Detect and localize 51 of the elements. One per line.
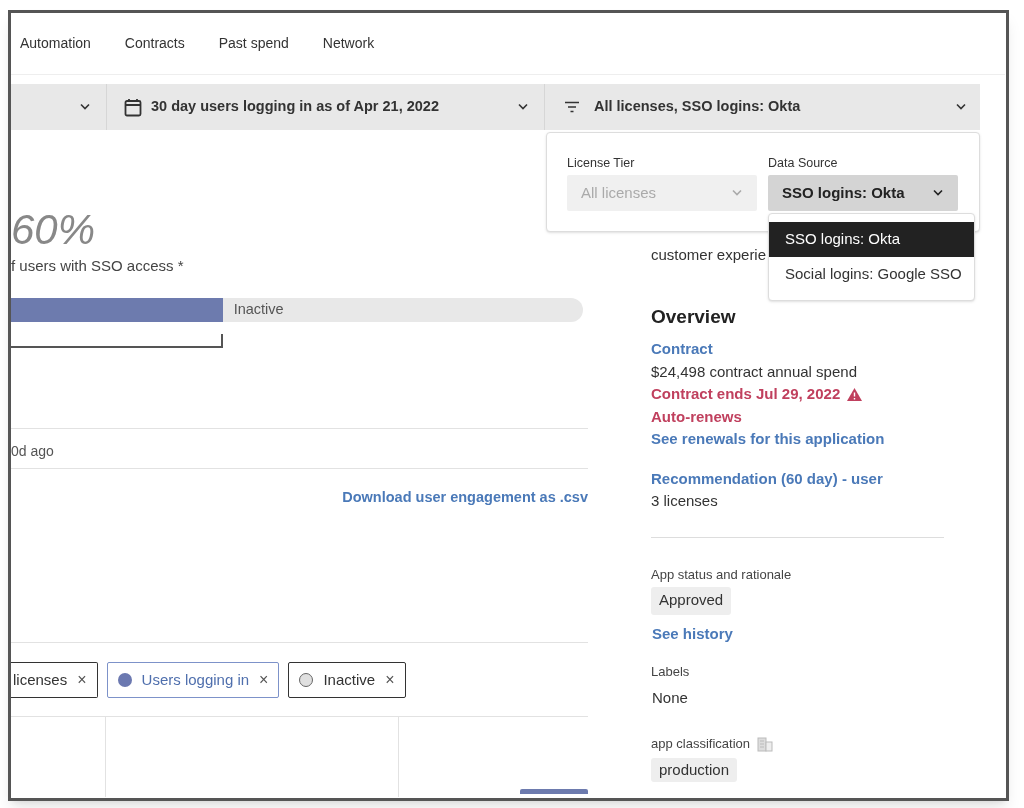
history-link[interactable]: See history (652, 622, 733, 645)
chevron-down-icon (955, 103, 967, 111)
select-field[interactable]: SSO logins: Okta (768, 175, 958, 211)
license-filter-dropdown[interactable]: All licenses, SSO logins: Okta (545, 84, 980, 130)
overview-link[interactable]: Recommendation (60 day) - user (651, 467, 883, 490)
date-range-dropdown[interactable]: 30 day users logging in as of Apr 21, 2022 (107, 84, 545, 130)
download-link[interactable]: Download user engagement as .csv (342, 487, 588, 507)
chevron-down-icon (731, 189, 743, 197)
nav-tab[interactable]: Past spend (218, 33, 289, 54)
calendar-icon (124, 97, 142, 117)
percentage-value: 60% (11, 208, 96, 252)
chevron-down-icon (932, 189, 944, 197)
building-icon (757, 735, 773, 752)
overview-link[interactable]: Contract (651, 338, 713, 361)
filter-chip[interactable]: Inactive × (288, 662, 406, 698)
warning-icon (846, 386, 864, 402)
chip-label: Inactive (323, 669, 376, 690)
chevron-down-icon (79, 103, 91, 111)
chip-label: Users logging in (141, 669, 250, 690)
nav-tab[interactable]: Automation (20, 33, 91, 54)
overview-text: 3 licenses (651, 491, 718, 511)
last-seen-text: 0d ago (11, 442, 54, 461)
field-label: License Tier (567, 155, 635, 171)
section-heading: Overview (651, 305, 736, 329)
filter-chip[interactable]: licenses × (11, 662, 98, 698)
chevron-down-icon (517, 103, 529, 111)
bar-label: Inactive (233, 300, 284, 320)
nav-tab[interactable]: Network (322, 33, 375, 54)
nav-tab[interactable]: Contracts (124, 33, 185, 54)
filter-icon (564, 101, 580, 113)
field-label: Data Source (768, 155, 838, 171)
stat-caption: f users with SSO access * (11, 256, 184, 276)
field-label: Labels (651, 662, 690, 681)
dropdown-option[interactable]: Social logins: Google SSO (769, 257, 974, 292)
field-value: None (652, 687, 688, 708)
chip-close[interactable]: × (259, 668, 269, 692)
status-tag: Approved (651, 586, 732, 615)
chart-bar (520, 789, 588, 794)
field-label: App status and rationale (651, 565, 792, 584)
chip-close[interactable]: × (77, 668, 87, 692)
overview-text: $24,498 contract annual spend (651, 361, 857, 382)
classification-tag: production (651, 757, 738, 782)
filter-chip[interactable]: Users logging in × (106, 662, 280, 698)
overview-link[interactable]: See renewals for this application (651, 428, 885, 451)
chip-label: licenses (13, 669, 68, 690)
chip-close[interactable]: × (385, 668, 395, 692)
description-text: customer experie (651, 245, 767, 265)
alert-text: Contract ends Jul 29, 2022 (651, 384, 841, 404)
dropdown-option[interactable]: SSO logins: Okta (769, 222, 974, 257)
alert-text: Auto-renews (651, 406, 742, 427)
field-label: app classification (651, 734, 750, 753)
